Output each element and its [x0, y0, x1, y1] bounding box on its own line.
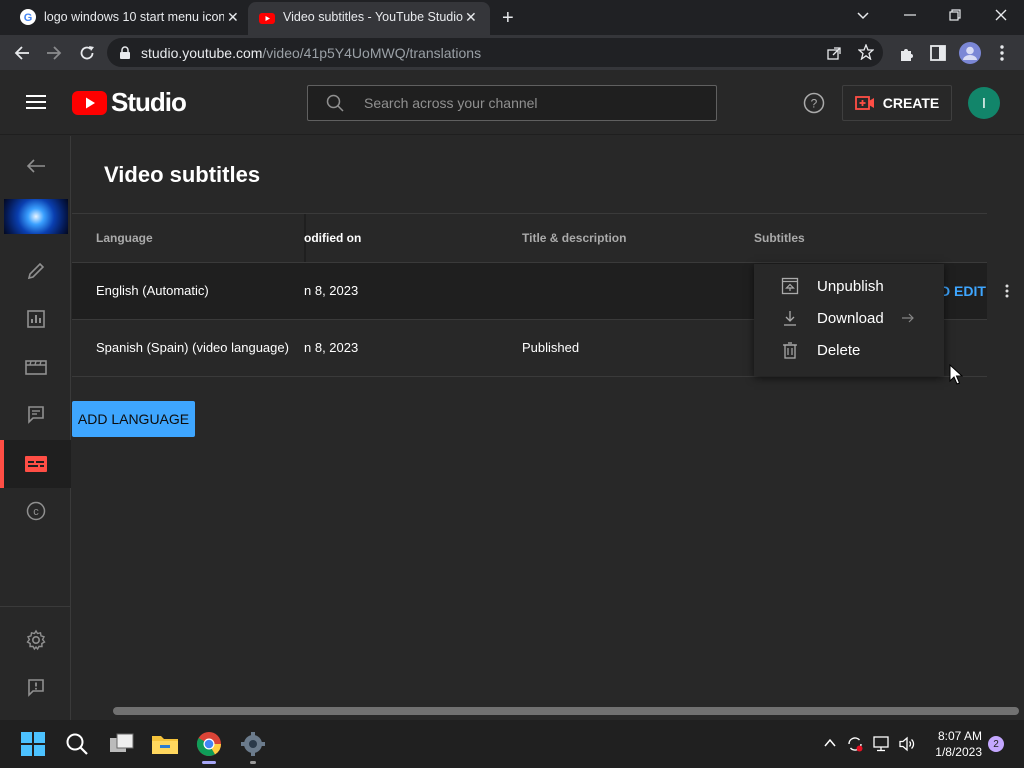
help-icon[interactable]: ?: [803, 92, 825, 114]
url-path: /video/41p5Y4UoMWQ/translations: [262, 44, 482, 61]
column-header-subtitles: Subtitles: [754, 231, 805, 245]
chrome-menu-icon[interactable]: [999, 44, 1005, 62]
active-app-indicator: [202, 761, 216, 764]
tab-title: logo windows 10 start menu icon: [44, 10, 224, 24]
svg-text:?: ?: [811, 97, 818, 111]
account-avatar[interactable]: I: [968, 87, 1000, 119]
volume-icon[interactable]: [898, 735, 916, 753]
network-icon[interactable]: [873, 735, 891, 753]
create-video-icon: [854, 95, 875, 111]
table-top-divider: [72, 213, 987, 214]
address-bar[interactable]: studio.youtube.com/video/41p5Y4UoMWQ/tra…: [107, 38, 883, 67]
bookmark-star-icon[interactable]: [858, 44, 874, 60]
edit-details-icon[interactable]: [20, 255, 52, 287]
menu-item-unpublish[interactable]: Unpublish: [754, 270, 944, 302]
channel-search-box[interactable]: Search across your channel: [307, 85, 717, 121]
youtube-icon: [259, 10, 275, 26]
edit-link[interactable]: D EDIT: [940, 283, 986, 299]
row-title-description: Published: [522, 340, 580, 355]
taskbar-search-icon[interactable]: [62, 729, 92, 759]
settings-app-icon[interactable]: [238, 729, 268, 759]
more-options-icon[interactable]: [1004, 283, 1010, 299]
video-thumbnail[interactable]: [4, 199, 68, 234]
windows-start-icon[interactable]: [18, 729, 48, 759]
feedback-icon[interactable]: [20, 671, 52, 703]
new-tab-icon[interactable]: +: [502, 7, 514, 30]
notification-badge[interactable]: 2: [988, 736, 1004, 752]
chrome-icon[interactable]: [194, 729, 224, 759]
clock-date[interactable]: 1/8/2023: [932, 745, 982, 759]
search-placeholder: Search across your channel: [364, 95, 538, 111]
lock-icon: [119, 45, 131, 60]
svg-text:G: G: [24, 12, 33, 24]
row-modified: n 8, 2023: [304, 283, 359, 298]
menu-item-label: Unpublish: [817, 277, 884, 295]
column-header-modified[interactable]: odified on: [304, 231, 361, 245]
create-button[interactable]: CREATE: [842, 85, 952, 121]
row-language: Spanish (Spain) (video language): [96, 340, 289, 355]
running-app-indicator: [250, 761, 256, 764]
subtitles-icon: [25, 456, 47, 472]
add-language-button[interactable]: ADD LANGUAGE: [72, 401, 195, 437]
sidebar-divider: [0, 606, 71, 607]
comments-icon[interactable]: [20, 398, 52, 430]
close-tab-icon[interactable]: ✕: [227, 9, 239, 26]
studio-logo-text[interactable]: Studio: [111, 87, 187, 118]
tab-search-icon[interactable]: [856, 8, 870, 22]
extensions-icon[interactable]: [898, 44, 916, 62]
submenu-arrow-icon: [901, 312, 915, 324]
system-tray-chevron-icon[interactable]: [823, 737, 837, 749]
file-explorer-icon[interactable]: [150, 729, 180, 759]
settings-gear-icon[interactable]: [20, 624, 52, 656]
sidebar-item-subtitles[interactable]: [0, 440, 71, 488]
clock-time[interactable]: 8:07 AM: [932, 729, 982, 743]
unpublish-icon: [781, 277, 799, 295]
close-window-icon[interactable]: [994, 8, 1008, 22]
close-tab-icon[interactable]: ✕: [465, 9, 477, 26]
side-panel-icon[interactable]: [929, 44, 947, 62]
browser-tab-active[interactable]: Video subtitles - YouTube Studio ✕: [248, 2, 490, 35]
trash-icon: [781, 341, 799, 359]
column-header-language: Language: [96, 231, 153, 245]
horizontal-scrollbar[interactable]: [113, 707, 1019, 715]
google-icon: G: [20, 9, 36, 25]
sync-icon[interactable]: [846, 735, 864, 753]
analytics-icon[interactable]: [20, 303, 52, 335]
browser-tab[interactable]: G logo windows 10 start menu icon ✕: [8, 0, 248, 35]
row-language: English (Automatic): [96, 283, 209, 298]
youtube-logo-icon[interactable]: [72, 91, 107, 115]
menu-item-label: Download: [817, 309, 884, 327]
menu-item-delete[interactable]: Delete: [754, 334, 944, 366]
reload-icon[interactable]: [78, 44, 96, 62]
create-label: CREATE: [882, 95, 940, 111]
tab-title: Video subtitles - YouTube Studio: [283, 10, 463, 24]
back-icon[interactable]: [13, 44, 31, 62]
restore-icon[interactable]: [948, 8, 962, 22]
hamburger-menu-icon[interactable]: [26, 94, 46, 110]
back-arrow-icon[interactable]: [20, 150, 52, 182]
url-host: studio.youtube.com: [141, 44, 263, 61]
forward-icon[interactable]: [45, 44, 63, 62]
main-content: [72, 136, 1024, 706]
download-icon: [781, 309, 799, 327]
profile-icon[interactable]: [959, 42, 981, 64]
menu-item-label: Delete: [817, 341, 861, 359]
active-indicator: [0, 440, 4, 488]
share-icon[interactable]: [826, 45, 842, 61]
row-modified: n 8, 2023: [304, 340, 359, 355]
page-title: Video subtitles: [104, 162, 261, 187]
editor-clapper-icon[interactable]: [20, 351, 52, 383]
copyright-icon[interactable]: c: [20, 495, 52, 527]
svg-text:c: c: [33, 506, 39, 518]
column-header-title-description: Title & description: [522, 231, 627, 245]
menu-item-download[interactable]: Download: [754, 302, 944, 334]
search-icon: [326, 94, 344, 112]
mouse-cursor-icon: [949, 364, 963, 386]
task-view-icon[interactable]: [107, 729, 137, 759]
minimize-icon[interactable]: [903, 8, 917, 22]
